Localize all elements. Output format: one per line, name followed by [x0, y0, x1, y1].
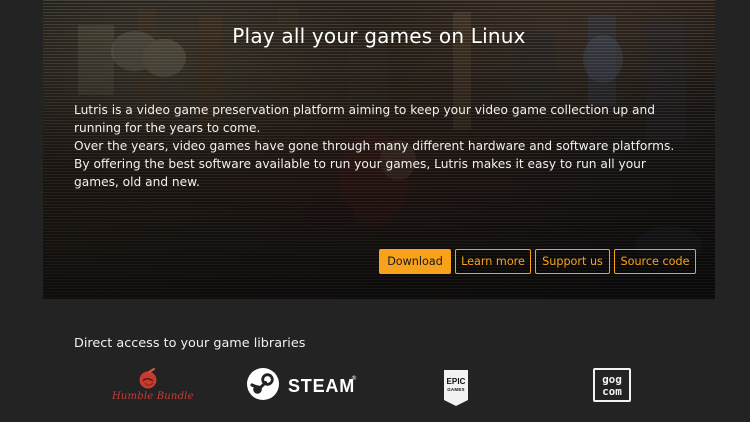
humble-bundle-logo[interactable]: Humble Bundle — [108, 368, 193, 403]
hero-title: Play all your games on Linux — [232, 24, 526, 48]
hero-actions: Download Learn more Support us Source co… — [379, 249, 696, 274]
hero-banner: Play all your games on Linux Lutris is a… — [43, 0, 715, 299]
gog-logo[interactable]: gog com — [593, 368, 631, 402]
epic-label: EPIC — [446, 377, 466, 386]
humble-bundle-label: Humble Bundle — [112, 391, 194, 402]
steam-logo[interactable]: STEAM ® — [246, 367, 358, 401]
steam-icon — [247, 368, 279, 400]
steam-label: STEAM — [288, 376, 355, 396]
source-code-button[interactable]: Source code — [614, 249, 696, 274]
library-section-title: Direct access to your game libraries — [74, 336, 306, 351]
hero-description: Lutris is a video game preservation plat… — [74, 101, 686, 191]
steam-trademark: ® — [351, 375, 357, 382]
epic-sublabel: GAMES — [447, 387, 465, 392]
support-us-button[interactable]: Support us — [535, 249, 610, 274]
gog-label-bottom: com — [602, 385, 622, 398]
gog-label-top: gog — [602, 373, 622, 386]
epic-games-logo[interactable]: EPIC GAMES — [442, 369, 470, 407]
hero-paragraph-1: Lutris is a video game preservation plat… — [74, 103, 655, 135]
library-logo-row: Humble Bundle STEAM ® EPIC GAMES gog com — [0, 360, 750, 422]
learn-more-button[interactable]: Learn more — [455, 249, 531, 274]
download-button[interactable]: Download — [379, 249, 451, 274]
hero-paragraph-2: Over the years, video games have gone th… — [74, 139, 675, 189]
